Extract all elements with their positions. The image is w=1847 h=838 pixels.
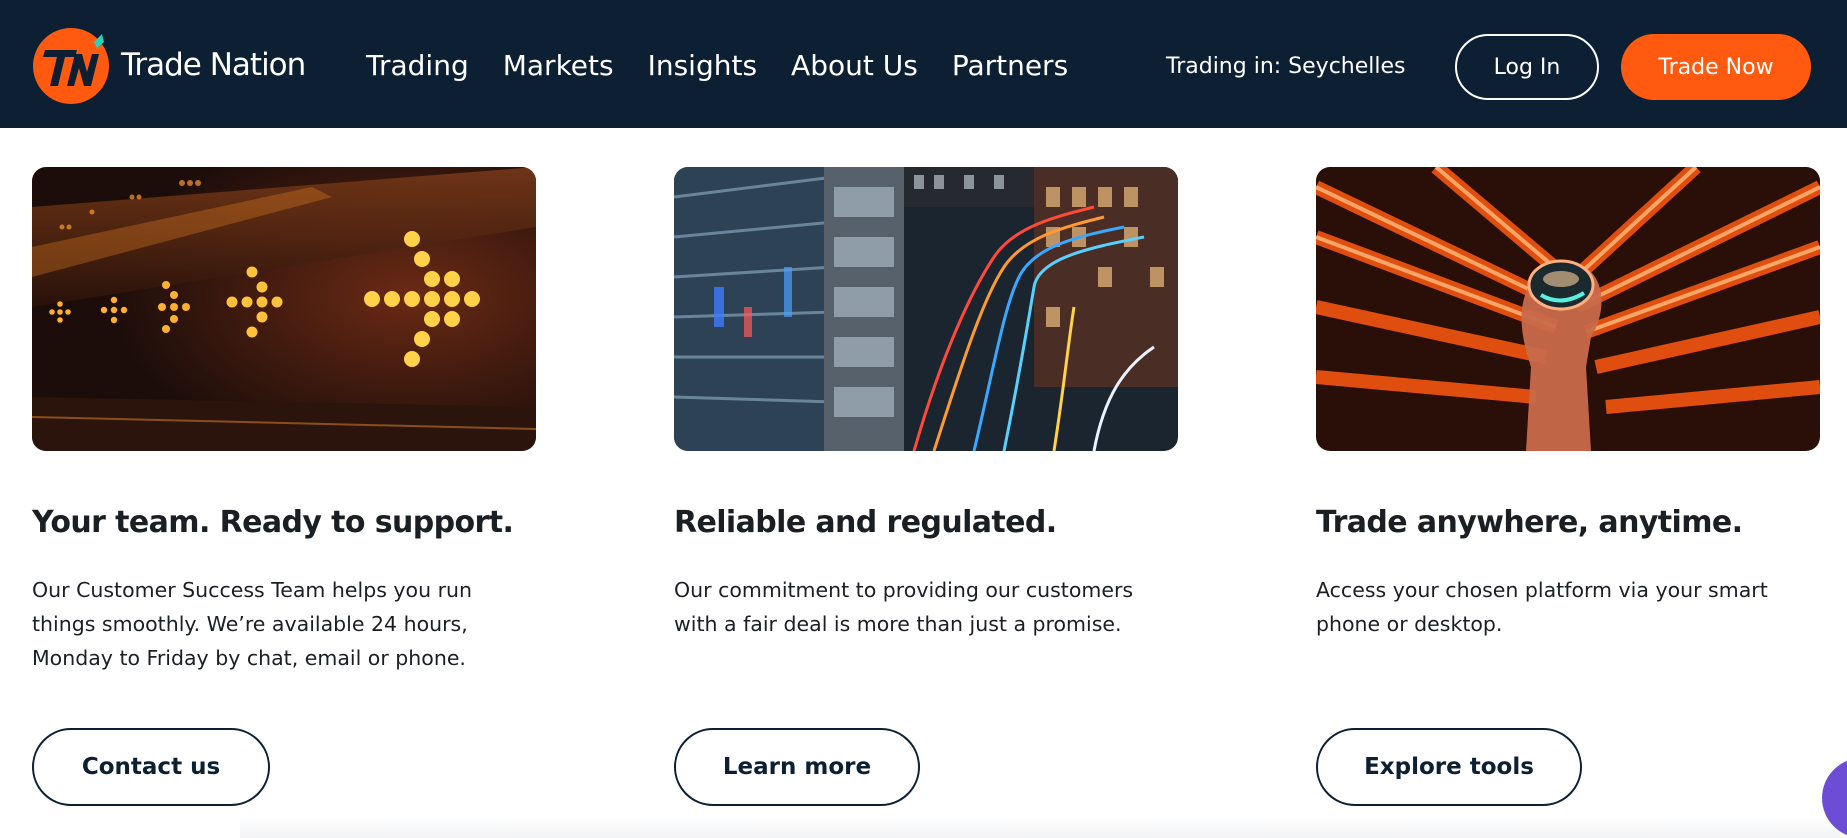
card-description: Our Customer Success Team helps you run … xyxy=(32,578,473,670)
card-description: Our commitment to providing our customer… xyxy=(674,578,1134,636)
brand-name: Trade Nation xyxy=(121,47,306,83)
region-selector[interactable]: Trading in: Seychelles xyxy=(1166,52,1406,82)
main-nav: Trading Markets Insights About Us Partne… xyxy=(366,46,1102,86)
card-title: Trade anywhere, anytime. xyxy=(1316,505,1743,540)
feature-card-regulated: Reliable and regulated. Our commitment t… xyxy=(674,167,1178,806)
city-light-trails-image xyxy=(674,167,1178,451)
feature-card-support: Your team. Ready to support. Our Custome… xyxy=(32,167,536,806)
neon-hand-image xyxy=(1316,167,1820,451)
brand-logo[interactable]: Trade Nation xyxy=(31,24,306,106)
site-header: Trade Nation Trading Markets Insights Ab… xyxy=(0,0,1847,128)
trade-now-button[interactable]: Trade Now xyxy=(1621,34,1811,100)
login-button[interactable]: Log In xyxy=(1455,34,1599,100)
nav-item-markets[interactable]: Markets xyxy=(503,46,614,86)
nav-item-about-us[interactable]: About Us xyxy=(791,46,918,86)
nav-item-insights[interactable]: Insights xyxy=(648,46,757,86)
nav-item-partners[interactable]: Partners xyxy=(952,46,1068,86)
trade-nation-logo-icon xyxy=(33,28,109,104)
feature-card-anywhere: Trade anywhere, anytime. Access your cho… xyxy=(1316,167,1820,806)
card-title: Reliable and regulated. xyxy=(674,505,1057,540)
bottom-shadow xyxy=(240,818,1840,838)
nav-item-trading[interactable]: Trading xyxy=(366,46,469,86)
explore-tools-button[interactable]: Explore tools xyxy=(1316,728,1582,806)
contact-us-button[interactable]: Contact us xyxy=(32,728,270,806)
card-title: Your team. Ready to support. xyxy=(32,505,514,540)
learn-more-button[interactable]: Learn more xyxy=(674,728,920,806)
led-arrows-image xyxy=(32,167,536,451)
card-description: Access your chosen platform via your sma… xyxy=(1316,578,1768,636)
